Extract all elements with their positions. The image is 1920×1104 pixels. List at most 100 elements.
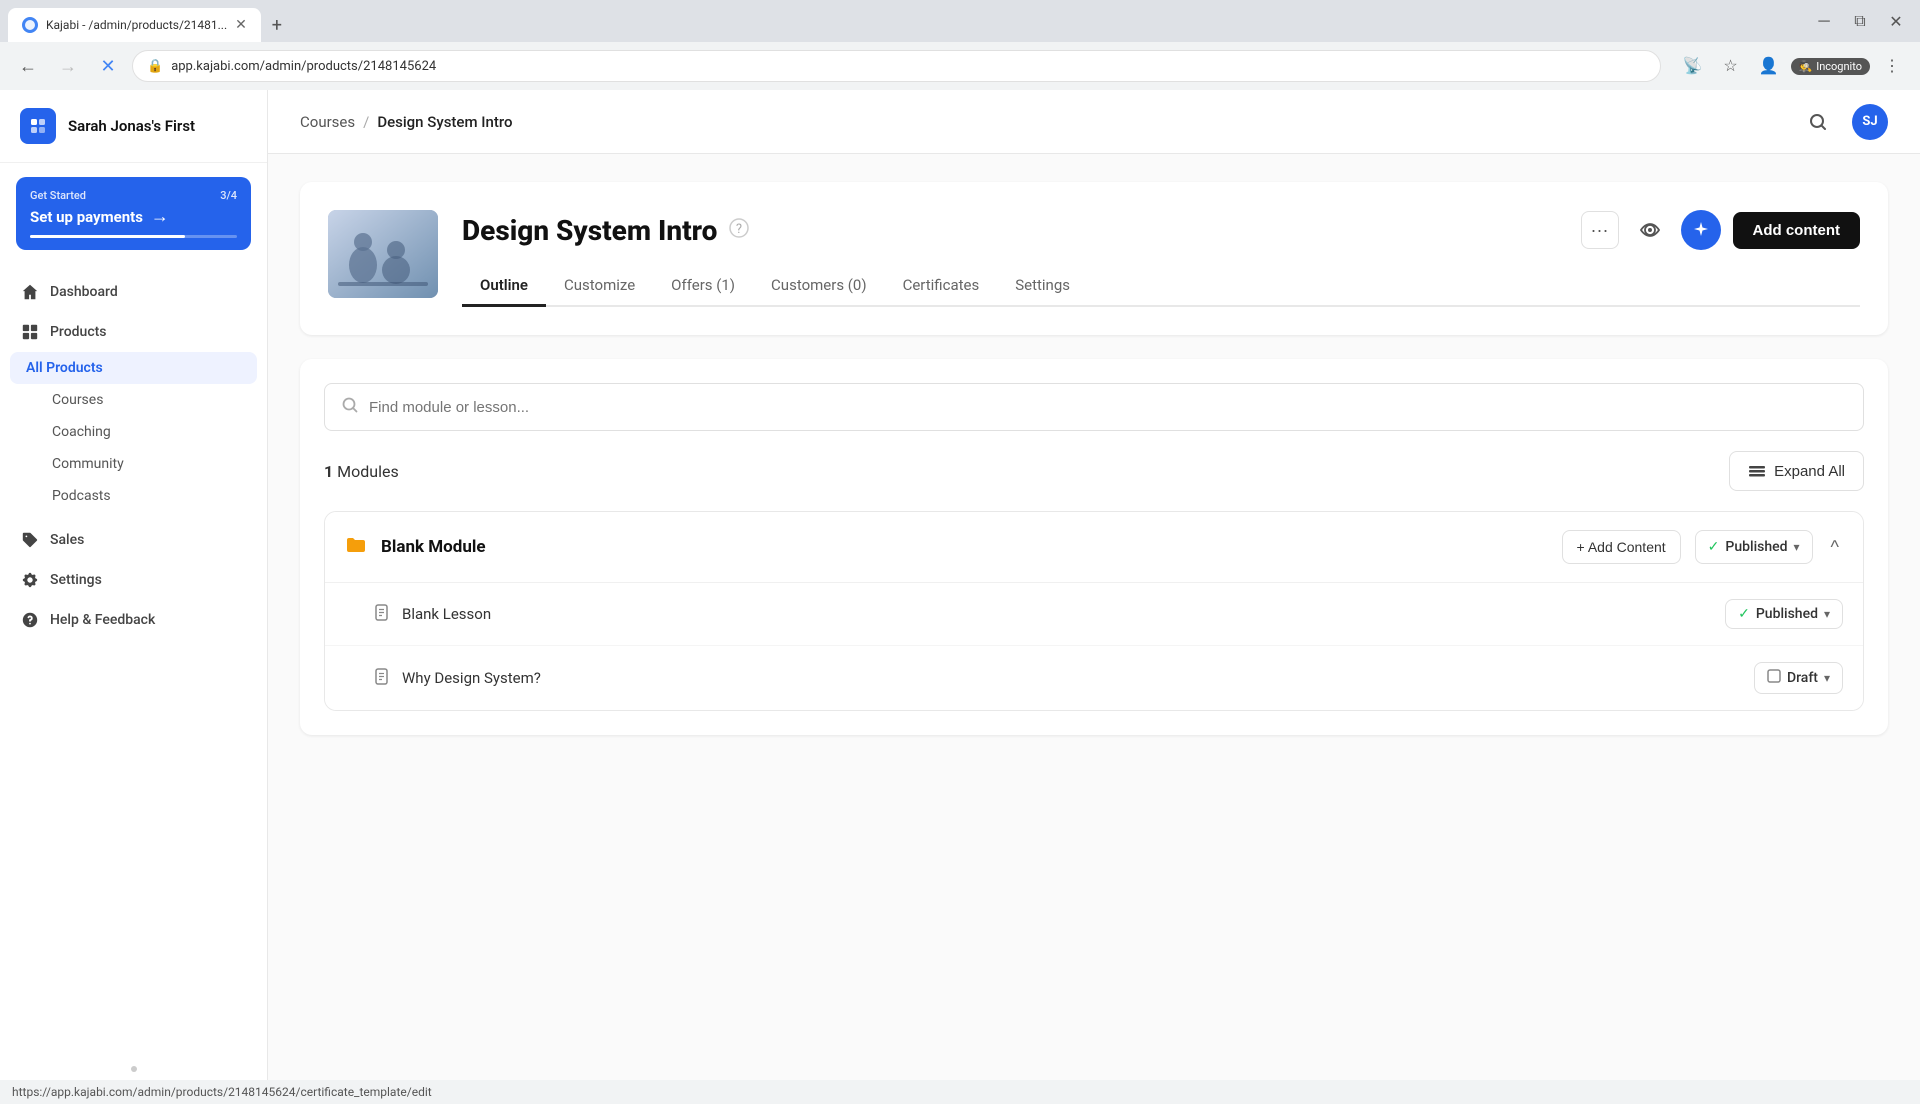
course-title: Design System Intro bbox=[462, 214, 717, 247]
tab-offers[interactable]: Offers (1) bbox=[653, 266, 753, 307]
close-btn[interactable]: ✕ bbox=[1880, 6, 1912, 38]
course-more-btn[interactable]: ··· bbox=[1581, 211, 1619, 249]
sidebar-item-community[interactable]: Community bbox=[0, 448, 267, 480]
minimize-btn[interactable]: ─ bbox=[1808, 6, 1840, 38]
sidebar-item-podcasts[interactable]: Podcasts bbox=[0, 480, 267, 512]
address-bar[interactable]: 🔒 app.kajabi.com/admin/products/21481456… bbox=[132, 50, 1661, 82]
module-collapse-btn[interactable]: ^ bbox=[1827, 533, 1843, 562]
progress-fill bbox=[30, 235, 185, 238]
restore-btn[interactable]: ⧉ bbox=[1844, 6, 1876, 38]
module-header: Blank Module + Add Content ✓ Published ▾… bbox=[325, 512, 1863, 582]
sidebar-subnav: All Products Courses Coaching Community … bbox=[0, 352, 267, 520]
lesson-title: Blank Lesson bbox=[402, 605, 1713, 623]
course-magic-btn[interactable] bbox=[1681, 210, 1721, 250]
check-icon: ✓ bbox=[1708, 539, 1720, 555]
course-thumb-image bbox=[328, 210, 438, 298]
all-products-label: All Products bbox=[26, 360, 103, 376]
module-add-content-btn[interactable]: + Add Content bbox=[1562, 530, 1681, 564]
back-btn[interactable]: ← bbox=[12, 50, 44, 82]
search-input[interactable] bbox=[369, 399, 1847, 416]
bookmark-btn[interactable]: ☆ bbox=[1715, 50, 1747, 82]
svg-text:?: ? bbox=[736, 222, 742, 237]
course-help-icon[interactable]: ? bbox=[729, 218, 749, 243]
active-tab[interactable]: Kajabi - /admin/products/21481... ✕ bbox=[8, 8, 261, 42]
tab-settings[interactable]: Settings bbox=[997, 266, 1088, 307]
statusbar: https://app.kajabi.com/admin/products/21… bbox=[0, 1080, 1920, 1104]
topbar-actions: SJ bbox=[1800, 104, 1888, 140]
lesson-item: Blank Lesson ✓ Published ▾ bbox=[325, 583, 1863, 646]
settings-label: Settings bbox=[50, 572, 102, 588]
sidebar-item-coaching[interactable]: Coaching bbox=[0, 416, 267, 448]
breadcrumb-parent[interactable]: Courses bbox=[300, 113, 355, 131]
lesson-list: Blank Lesson ✓ Published ▾ bbox=[325, 582, 1863, 710]
app: Sarah Jonas's First Get Started 3/4 Set … bbox=[0, 90, 1920, 1080]
lesson-chevron-icon: ▾ bbox=[1824, 607, 1830, 621]
browser-actions: 📡 ☆ 👤 🕵 Incognito ⋮ bbox=[1677, 50, 1909, 82]
reload-btn[interactable]: ✕ bbox=[92, 50, 124, 82]
outline-section: 1 Modules Expand All bbox=[300, 359, 1888, 735]
module-container: Blank Module + Add Content ✓ Published ▾… bbox=[324, 511, 1864, 711]
statusbar-url: https://app.kajabi.com/admin/products/21… bbox=[12, 1085, 432, 1099]
course-header: Design System Intro ? ··· bbox=[300, 182, 1888, 335]
tab-customize[interactable]: Customize bbox=[546, 266, 653, 307]
get-started-card[interactable]: Get Started 3/4 Set up payments → bbox=[16, 177, 251, 250]
draft-icon bbox=[1767, 669, 1781, 687]
get-started-label: Get Started 3/4 bbox=[30, 189, 237, 202]
tab-customers[interactable]: Customers (0) bbox=[753, 266, 885, 307]
lesson-draft-badge[interactable]: Draft ▾ bbox=[1754, 662, 1843, 694]
tab-outline[interactable]: Outline bbox=[462, 266, 546, 307]
sidebar-item-products[interactable]: Products bbox=[0, 312, 267, 352]
sidebar-item-dashboard[interactable]: Dashboard bbox=[0, 272, 267, 312]
sidebar-nav: Dashboard Products All Products Courses … bbox=[0, 264, 267, 1058]
sidebar-item-help[interactable]: Help & Feedback bbox=[0, 600, 267, 640]
house-icon bbox=[20, 282, 40, 302]
course-preview-btn[interactable] bbox=[1631, 211, 1669, 249]
tab-close-btn[interactable]: ✕ bbox=[235, 17, 247, 33]
search-bar bbox=[324, 383, 1864, 431]
add-content-btn[interactable]: Add content bbox=[1733, 212, 1861, 249]
course-actions: ··· bbox=[1581, 210, 1861, 250]
coaching-label: Coaching bbox=[52, 424, 111, 440]
courses-label: Courses bbox=[52, 392, 103, 408]
community-label: Community bbox=[52, 456, 124, 472]
lesson-item: Why Design System? Draft ▾ bbox=[325, 646, 1863, 710]
new-tab-btn[interactable]: + bbox=[261, 8, 293, 42]
sidebar-item-settings[interactable]: Settings bbox=[0, 560, 267, 600]
url-text: app.kajabi.com/admin/products/2148145624 bbox=[171, 59, 436, 74]
products-label: Products bbox=[50, 324, 107, 340]
sales-label: Sales bbox=[50, 532, 84, 548]
expand-all-btn[interactable]: Expand All bbox=[1729, 451, 1864, 491]
cast-btn[interactable]: 📡 bbox=[1677, 50, 1709, 82]
sidebar-item-sales[interactable]: Sales bbox=[0, 520, 267, 560]
forward-btn[interactable]: → bbox=[52, 50, 84, 82]
folder-icon bbox=[345, 534, 367, 561]
content-area: Design System Intro ? ··· bbox=[268, 154, 1920, 1080]
lesson-published-badge[interactable]: ✓ Published ▾ bbox=[1725, 599, 1843, 629]
progress-bar bbox=[30, 235, 237, 238]
gear-icon bbox=[20, 570, 40, 590]
search-btn[interactable] bbox=[1800, 104, 1836, 140]
profile-btn[interactable]: 👤 bbox=[1753, 50, 1785, 82]
app-logo[interactable] bbox=[20, 108, 56, 144]
help-icon bbox=[20, 610, 40, 630]
chevron-down-icon: ▾ bbox=[1794, 540, 1800, 554]
draft-chevron-icon: ▾ bbox=[1824, 671, 1830, 685]
get-started-arrow: → bbox=[151, 206, 169, 227]
browser-tabs: Kajabi - /admin/products/21481... ✕ + ─ … bbox=[0, 0, 1920, 42]
lesson-title: Why Design System? bbox=[402, 669, 1742, 687]
breadcrumb-sep: / bbox=[363, 113, 369, 131]
user-avatar[interactable]: SJ bbox=[1852, 104, 1888, 140]
module-title: Blank Module bbox=[381, 537, 1548, 557]
course-info: Design System Intro ? ··· bbox=[462, 210, 1860, 307]
menu-btn[interactable]: ⋮ bbox=[1876, 50, 1908, 82]
module-published-badge[interactable]: ✓ Published ▾ bbox=[1695, 530, 1813, 564]
topbar: Courses / Design System Intro SJ bbox=[268, 90, 1920, 154]
sidebar-item-courses[interactable]: Courses bbox=[0, 384, 267, 416]
tab-certificates[interactable]: Certificates bbox=[885, 266, 998, 307]
dashboard-label: Dashboard bbox=[50, 284, 118, 300]
brand-name: Sarah Jonas's First bbox=[68, 117, 195, 135]
tag-icon bbox=[20, 530, 40, 550]
lesson-check-icon: ✓ bbox=[1738, 606, 1750, 622]
sidebar-item-all-products[interactable]: All Products bbox=[10, 352, 257, 384]
lock-icon: 🔒 bbox=[147, 59, 163, 74]
